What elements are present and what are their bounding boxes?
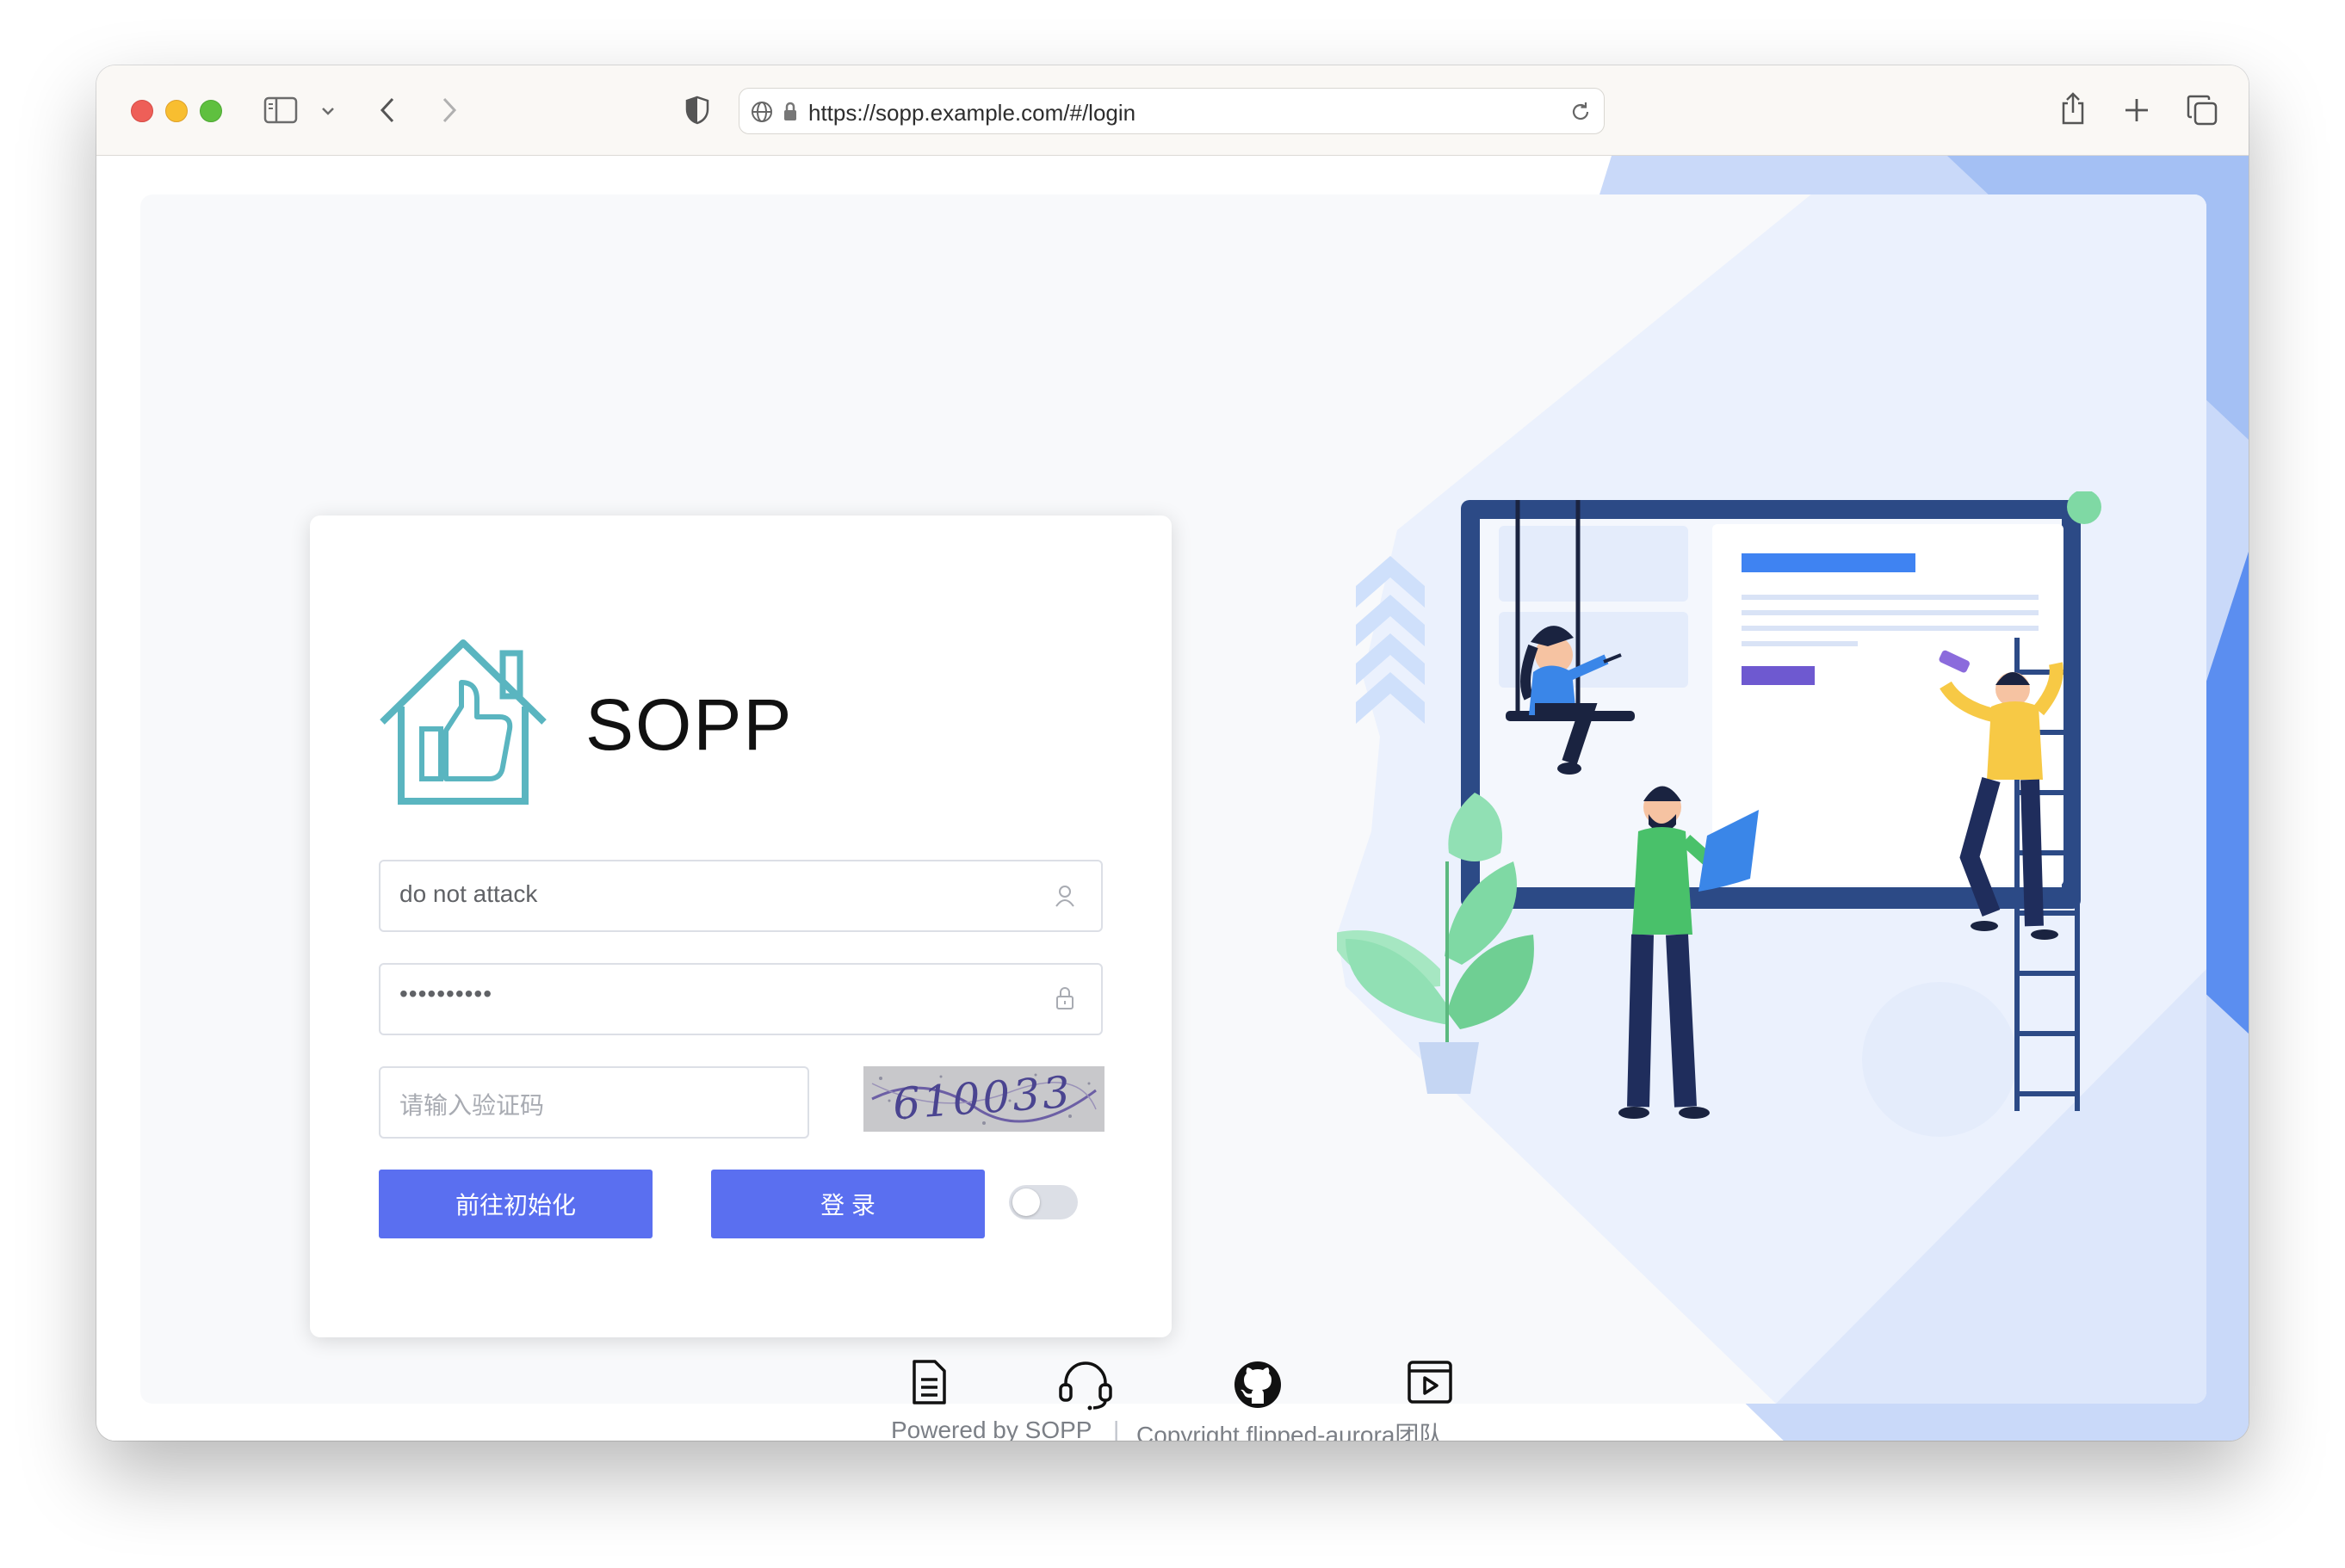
username-input[interactable]: do not attack (379, 860, 1103, 932)
shield-icon[interactable] (682, 95, 713, 126)
lock-icon (1055, 985, 1075, 1015)
sidebar-toggle-icon[interactable] (263, 95, 298, 126)
brand-title: SOPP (585, 684, 794, 765)
browser-window: https://sopp.example.com/#/login SOPP do… (96, 65, 2249, 1441)
username-value: do not attack (399, 880, 538, 907)
team-illustration (1337, 491, 2101, 1137)
forward-icon[interactable] (434, 95, 465, 126)
video-icon[interactable] (1406, 1359, 1454, 1410)
url-text: https://sopp.example.com/#/login (808, 100, 1136, 126)
new-tab-icon[interactable] (2121, 95, 2152, 126)
captcha-image[interactable]: 610033 (863, 1066, 1104, 1132)
page-content: SOPP do not attack •••••••••• 请输入验证码 610… (96, 156, 2249, 1441)
powered-by-name[interactable]: SOPP (1025, 1417, 1092, 1441)
go-init-button[interactable]: 前往初始化 (379, 1170, 653, 1238)
login-button[interactable]: 登 录 (711, 1170, 985, 1238)
headset-icon[interactable] (1057, 1359, 1114, 1415)
login-card: SOPP do not attack •••••••••• 请输入验证码 610… (310, 515, 1172, 1337)
tab-overview-icon[interactable] (2185, 93, 2219, 127)
address-bar[interactable]: https://sopp.example.com/#/login (739, 88, 1605, 134)
captcha-placeholder: 请输入验证码 (399, 1092, 545, 1119)
globe-icon (750, 100, 774, 124)
footer-powered-by: Powered by SOPP (891, 1417, 1092, 1441)
reload-icon[interactable] (1568, 99, 1593, 125)
lock-icon (781, 100, 800, 124)
captcha-input[interactable]: 请输入验证码 (379, 1066, 809, 1139)
powered-by-prefix: Powered by (891, 1417, 1018, 1441)
chevron-down-icon[interactable] (319, 102, 337, 120)
share-icon[interactable] (2057, 90, 2088, 127)
toggle-knob (1012, 1188, 1040, 1216)
house-thumbs-up-logo (380, 639, 547, 805)
password-value: •••••••••• (399, 980, 493, 1007)
login-panel: SOPP do not attack •••••••••• 请输入验证码 610… (140, 194, 2206, 1441)
password-input[interactable]: •••••••••• (379, 963, 1103, 1035)
github-icon[interactable] (1234, 1361, 1282, 1413)
browser-toolbar: https://sopp.example.com/#/login (96, 65, 2249, 156)
document-icon[interactable] (909, 1359, 949, 1410)
copyright-name[interactable]: flipped-aurora团队 (1247, 1422, 1444, 1441)
user-icon (1055, 884, 1075, 912)
copyright-prefix: Copyright (1136, 1422, 1240, 1441)
minimize-window-button[interactable] (165, 100, 188, 122)
toggle-switch[interactable] (1009, 1185, 1078, 1219)
close-window-button[interactable] (131, 100, 153, 122)
zoom-window-button[interactable] (200, 100, 222, 122)
footer-separator: | (1113, 1417, 1120, 1441)
back-icon[interactable] (372, 95, 403, 126)
footer-copyright: Copyright flipped-aurora团队 (1136, 1417, 1443, 1441)
